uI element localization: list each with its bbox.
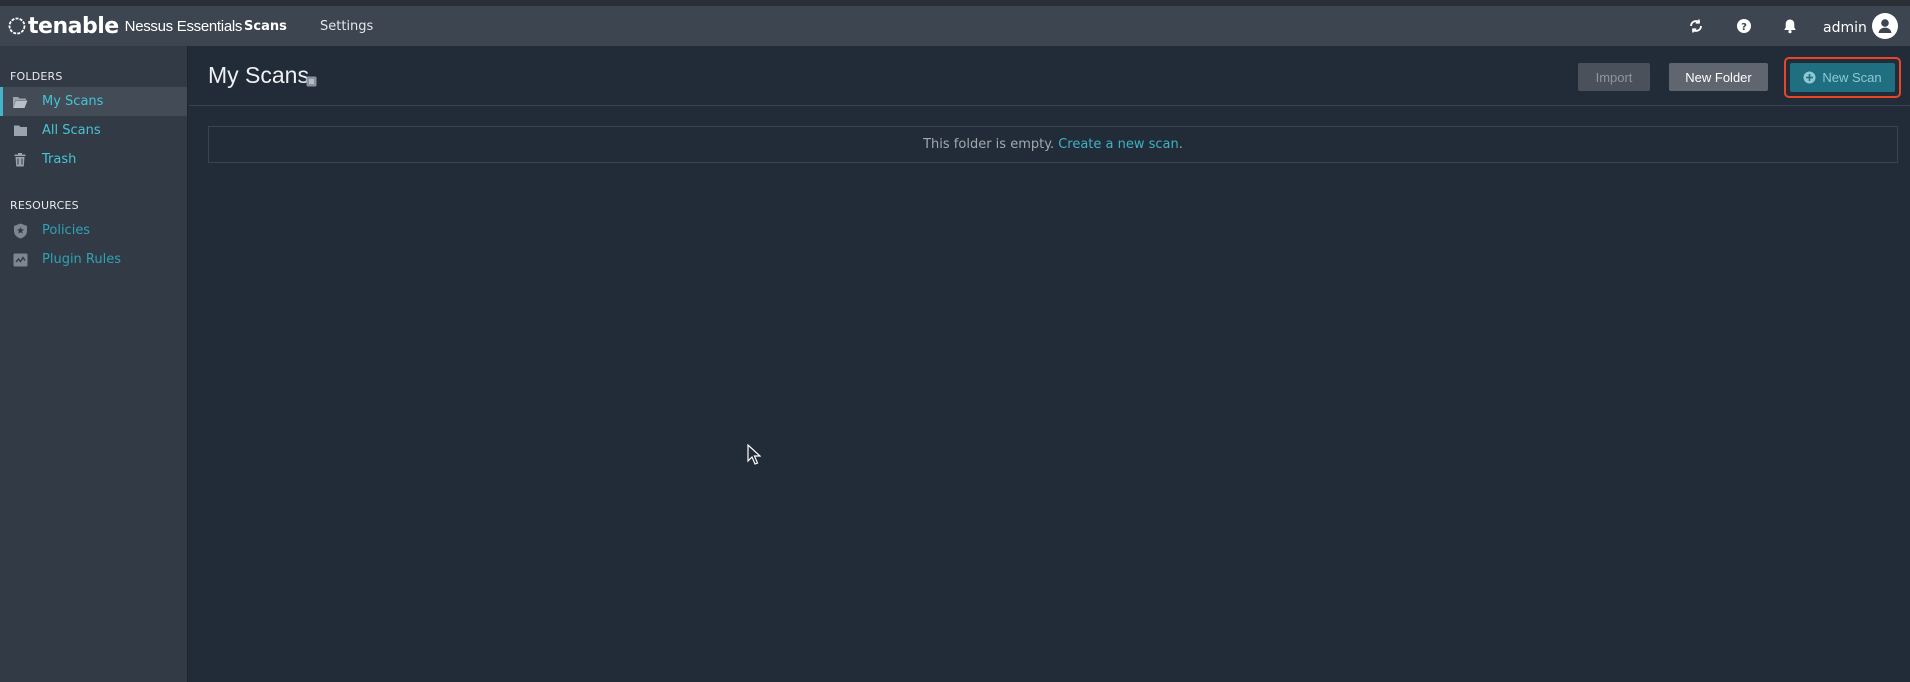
help-icon[interactable]: ? xyxy=(1733,15,1755,37)
new-scan-label: New Scan xyxy=(1822,70,1882,85)
sidebar-item-label: Trash xyxy=(42,152,77,167)
empty-suffix: . xyxy=(1178,137,1183,152)
svg-text:?: ? xyxy=(1741,22,1747,33)
sidebar-item-all-scans[interactable]: All Scans xyxy=(0,116,187,145)
new-folder-button[interactable]: New Folder xyxy=(1669,63,1768,91)
tenable-logo-icon xyxy=(8,17,26,35)
tab-scans[interactable]: Scans xyxy=(244,6,287,46)
sidebar-item-label: Policies xyxy=(42,223,91,238)
folder-menu-icon[interactable] xyxy=(306,72,317,91)
tab-settings[interactable]: Settings xyxy=(320,6,373,46)
sidebar-item-trash[interactable]: Trash xyxy=(0,145,187,174)
folder-icon xyxy=(12,123,28,139)
shield-icon xyxy=(12,223,28,239)
sidebar-item-label: My Scans xyxy=(42,94,104,109)
tenable-logo: tenable xyxy=(8,14,119,39)
user-avatar-icon[interactable] xyxy=(1872,13,1898,39)
mouse-cursor-icon xyxy=(747,444,761,465)
refresh-icon[interactable] xyxy=(1685,15,1707,37)
top-navigation-bar: tenable Nessus Essentials Scans Settings… xyxy=(0,0,1910,46)
sidebar-item-label: All Scans xyxy=(42,123,101,138)
plugin-rules-icon xyxy=(12,252,28,268)
logo-text: tenable xyxy=(28,13,119,39)
sidebar-item-policies[interactable]: Policies xyxy=(0,216,187,245)
plus-circle-icon xyxy=(1803,71,1816,84)
sidebar-item-plugin-rules[interactable]: Plugin Rules xyxy=(0,245,187,274)
product-name: Nessus Essentials xyxy=(124,17,243,35)
brand[interactable]: tenable Nessus Essentials xyxy=(8,6,242,46)
new-scan-highlight: New Scan xyxy=(1784,57,1901,98)
sidebar: FOLDERS My Scans All Scans Trash RESOURC… xyxy=(0,46,188,682)
empty-text: This folder is empty. xyxy=(923,137,1055,152)
folders-heading: FOLDERS xyxy=(10,70,63,83)
main-content: My Scans Import New Folder New Scan This… xyxy=(189,46,1910,682)
folder-open-icon xyxy=(12,94,28,110)
empty-folder-message: This folder is empty. Create a new scan. xyxy=(208,126,1898,163)
bell-icon[interactable] xyxy=(1779,15,1801,37)
page-header: My Scans Import New Folder New Scan xyxy=(189,46,1910,106)
resources-heading: RESOURCES xyxy=(10,199,79,212)
sidebar-item-label: Plugin Rules xyxy=(42,252,121,267)
trash-icon xyxy=(12,152,28,168)
page-title: My Scans xyxy=(208,62,309,88)
sidebar-item-my-scans[interactable]: My Scans xyxy=(0,87,187,116)
new-scan-button[interactable]: New Scan xyxy=(1790,63,1895,92)
import-button[interactable]: Import xyxy=(1578,63,1650,91)
user-menu[interactable]: admin xyxy=(1823,20,1867,36)
create-new-scan-link[interactable]: Create a new scan xyxy=(1058,137,1179,152)
